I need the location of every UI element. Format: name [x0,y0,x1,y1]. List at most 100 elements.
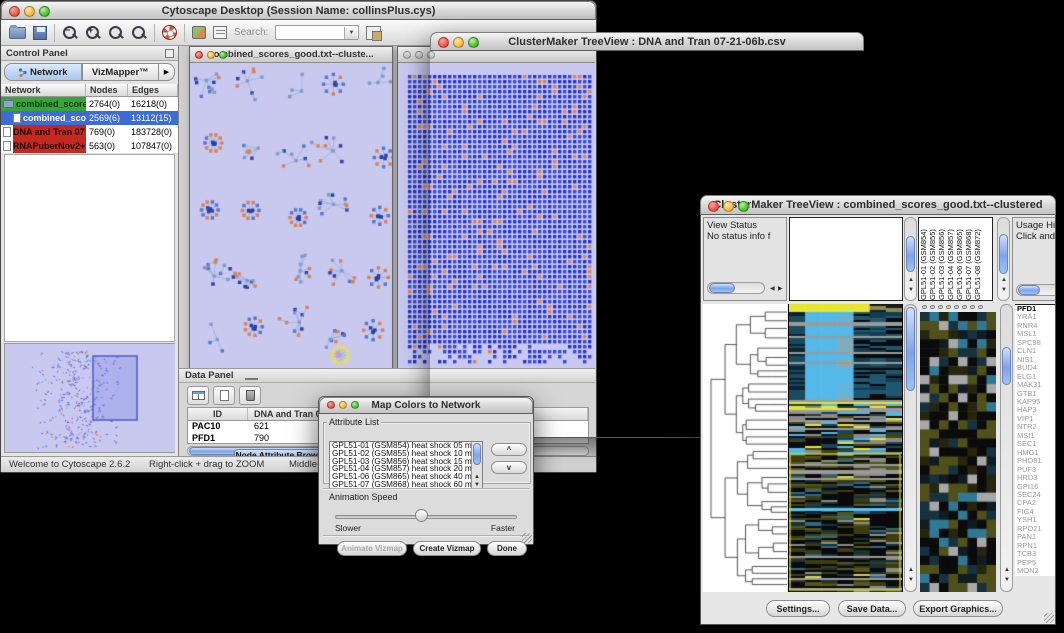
scrollbar-thumb[interactable] [1002,347,1011,385]
main-titlebar[interactable]: Cytoscape Desktop (Session Name: collins… [1,1,596,20]
scrollbar-thumb[interactable] [709,283,735,293]
tab-vizmapper[interactable]: VizMapper™ [82,63,160,81]
network-row-rnapuber[interactable]: RNAPuberNov2+ 563(0) 107847(0) [1,139,178,153]
network-view-window[interactable]: combined_scores_good.txt--cluste... [189,46,393,373]
status-pan-hint: Middle- [289,459,320,470]
tab-network[interactable]: Network [4,63,82,81]
zoom-button[interactable] [351,401,359,409]
close-button[interactable] [195,51,203,59]
array-col-label[interactable]: GPL51-06 (GSM865) [955,218,964,300]
minimize-button[interactable] [453,37,464,48]
dialog-titlebar[interactable]: Map Colors to Network [319,397,533,414]
attribute-list-vscrollbar[interactable]: ▲ ▼ [471,442,482,488]
scrollbar-thumb[interactable] [906,236,915,272]
array-col-label[interactable]: GPL51-08 (GSM872) [973,218,982,300]
select-attributes-button[interactable] [187,386,209,405]
zoom-heatmap-vscrollbar[interactable] [1000,304,1013,592]
settings-button[interactable]: Settings... [766,600,830,617]
done-button[interactable]: Done [487,541,527,556]
search-dropdown-icon[interactable]: ▼ [344,27,357,39]
usage-hints-hscrollbar[interactable] [1016,284,1056,296]
new-attribute-button[interactable] [213,386,235,405]
animate-vizmap-button[interactable]: Animate Vizmap [337,541,407,556]
delete-attribute-button[interactable] [239,386,261,405]
scrollbar-thumb[interactable] [1018,285,1040,295]
zoom-out-icon[interactable]: − [62,25,78,41]
network-view-canvas[interactable] [190,63,392,372]
network-view-titlebar[interactable]: combined_scores_good.txt--cluste... [190,47,392,63]
save-session-icon[interactable] [33,26,47,40]
global-heatmap-vscrollbar[interactable] [904,304,917,592]
scroll-up-icon[interactable]: ▲ [908,277,914,283]
scrollbar-thumb[interactable] [473,443,481,465]
open-session-icon[interactable] [9,27,26,39]
network-row-combined-scores[interactable]: combined_scores 2764(0) 16218(0) [1,97,178,111]
network-row-dna-tran[interactable]: DNA and Tran 07 769(0) 183728(0) [1,125,178,139]
scroll-right-icon[interactable]: ▶ [778,286,783,292]
minimize-button[interactable] [339,401,347,409]
scroll-up-icon[interactable]: ▲ [1001,277,1007,283]
close-button[interactable] [403,51,411,59]
close-button[interactable] [327,401,335,409]
search-input[interactable]: ▼ [275,25,359,40]
array-col-label[interactable]: GPL51-01 (GSM854) [919,218,928,300]
help-icon[interactable] [162,25,177,40]
network-overview-canvas[interactable] [5,344,175,452]
scroll-up-icon[interactable]: ▲ [474,474,480,480]
zoom-button[interactable] [219,51,227,59]
scroll-up-icon[interactable]: ▲ [1004,567,1010,573]
zoom-button[interactable] [468,37,479,48]
scroll-down-icon[interactable]: ▼ [1001,287,1007,293]
zoom-button[interactable] [39,6,50,17]
minimize-button[interactable] [415,51,423,59]
array-col-label[interactable]: GPL51-04 (GSM857) [946,218,955,300]
scroll-left-icon[interactable]: ◀ [770,286,775,292]
window-controls [195,51,227,59]
tab-overflow-button[interactable]: ▶ [159,63,175,81]
minimize-button[interactable] [207,51,215,59]
scroll-down-icon[interactable]: ▼ [1004,577,1010,583]
array-col-label[interactable]: GPL51-02 (GSM855) [928,218,937,300]
array-col-label[interactable]: GPL51-07 (GSM868) [964,218,973,300]
view-status-hscrollbar[interactable] [707,282,765,294]
treeview1-titlebar[interactable]: ClusterMaker TreeView : DNA and Tran 07-… [430,32,864,51]
close-button[interactable] [708,201,719,212]
column-dendrogram-area[interactable] [789,217,903,301]
float-panel-icon[interactable] [165,49,174,58]
attribute-list[interactable]: ▲ ▼ GPL51-01 (GSM854) heat shock 05 minG… [329,441,483,489]
treeview2-titlebar[interactable]: ClusterMaker TreeView : combined_scores_… [700,195,1056,215]
scrollbar-thumb[interactable] [999,234,1008,274]
zoom-heatmap-canvas[interactable] [920,312,996,592]
global-heatmap-canvas[interactable] [788,304,903,592]
resize-handle[interactable] [1044,613,1054,623]
node-attribute-browser-tab[interactable]: Node Attribute Brows [234,449,324,456]
scrollbar-thumb[interactable] [906,307,915,391]
attribute-browser-icon[interactable] [366,26,381,40]
array-col-label[interactable]: GPL51-03 (GSM856) [937,218,946,300]
minimize-button[interactable] [723,201,734,212]
minimize-button[interactable] [24,6,35,17]
close-button[interactable] [438,37,449,48]
zoom-button[interactable] [738,201,749,212]
create-vizmap-button[interactable]: Create Vizmap [413,541,481,556]
scroll-down-icon[interactable]: ▼ [908,287,914,293]
zoom-fit-icon[interactable] [131,25,147,41]
close-button[interactable] [9,6,20,17]
zoom-selected-icon[interactable] [108,25,124,41]
network-overview-panel[interactable] [4,343,175,453]
save-data-button[interactable]: Save Data... [838,600,906,617]
scroll-up-icon[interactable]: ▲ [908,567,914,573]
scroll-down-icon[interactable]: ▼ [908,577,914,583]
annotation-icon[interactable] [213,26,227,39]
move-up-button[interactable]: ^ [491,443,527,456]
slider-thumb[interactable] [415,509,428,522]
export-graphics-button[interactable]: Export Graphics... [913,600,1003,617]
plugin-manager-icon[interactable] [192,26,206,39]
row-dendrogram-canvas[interactable] [703,304,787,592]
zoom-in-icon[interactable]: + [85,25,101,41]
network-row-selected[interactable]: combined_sco 2569(6) 13112(15) [1,111,178,125]
move-down-button[interactable]: v [491,461,527,474]
gene-row-label[interactable]: MON2 [1015,567,1056,575]
network-table-header[interactable]: Network Nodes Edges [1,84,178,97]
resize-handle[interactable] [522,533,532,543]
